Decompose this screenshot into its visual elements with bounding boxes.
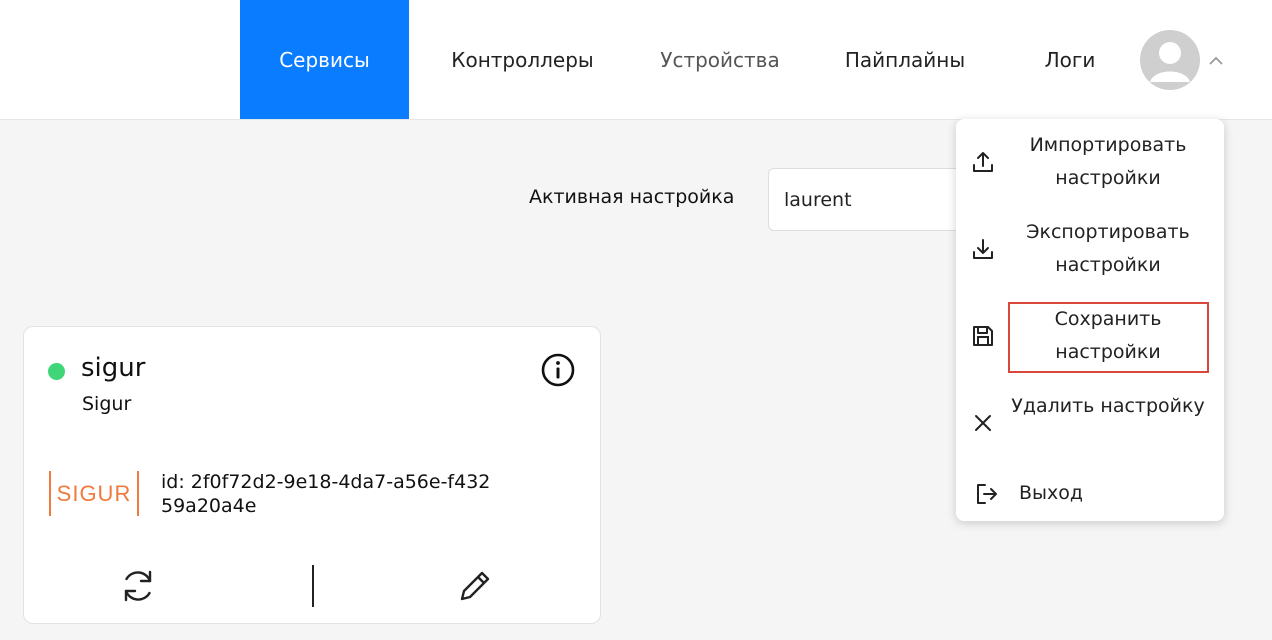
pencil-icon[interactable] [456,567,494,605]
tab-pipelines[interactable]: Пайплайны [825,0,985,119]
service-id: id: 2f0f72d2-9e18-4da7-a56e-f43259a20a4e [161,471,491,517]
service-subtitle: Sigur [82,393,132,415]
sigur-logo: SIGUR [49,471,139,516]
user-avatar-icon[interactable] [1140,30,1200,90]
tab-services[interactable]: Сервисы [240,0,409,119]
refresh-icon[interactable] [119,567,157,605]
menu-item-label: Импортировать настройки [1029,134,1187,189]
chevron-up-icon[interactable] [1207,52,1225,70]
tab-controllers[interactable]: Контроллеры [430,0,615,119]
active-setting-select[interactable]: laurent [768,168,988,231]
top-header: Сервисы Контроллеры Устройства Пайплайны… [0,0,1272,120]
tab-logs[interactable]: Логи [1025,0,1115,119]
menu-item-label: Экспортировать настройки [1026,221,1190,276]
download-icon [973,239,993,259]
service-card: sigur Sigur SIGUR id: 2f0f72d2-9e18-4da7… [23,326,601,624]
menu-item-save[interactable]: Сохранить настройки [956,303,1224,369]
menu-item-label: Удалить настройку [1011,395,1205,417]
info-icon[interactable] [540,352,576,388]
menu-item-delete[interactable]: Удалить настройку [956,390,1224,456]
active-setting-value: laurent [784,188,852,211]
action-divider [312,565,314,607]
upload-icon [973,152,993,172]
tab-devices[interactable]: Устройства [640,0,800,119]
menu-item-label: Выход [1019,482,1084,504]
service-title: sigur [81,353,146,383]
user-dropdown-menu: Импортировать настройки Экспортировать н… [956,119,1224,521]
logout-icon [977,484,997,504]
save-icon [973,326,993,346]
menu-item-export[interactable]: Экспортировать настройки [956,216,1224,282]
close-icon [975,415,991,431]
status-indicator [48,363,65,380]
menu-item-label: Сохранить настройки [1054,308,1162,363]
menu-item-logout[interactable]: Выход [956,477,1224,511]
menu-item-import[interactable]: Импортировать настройки [956,129,1224,195]
active-setting-label: Активная настройка [529,186,735,208]
